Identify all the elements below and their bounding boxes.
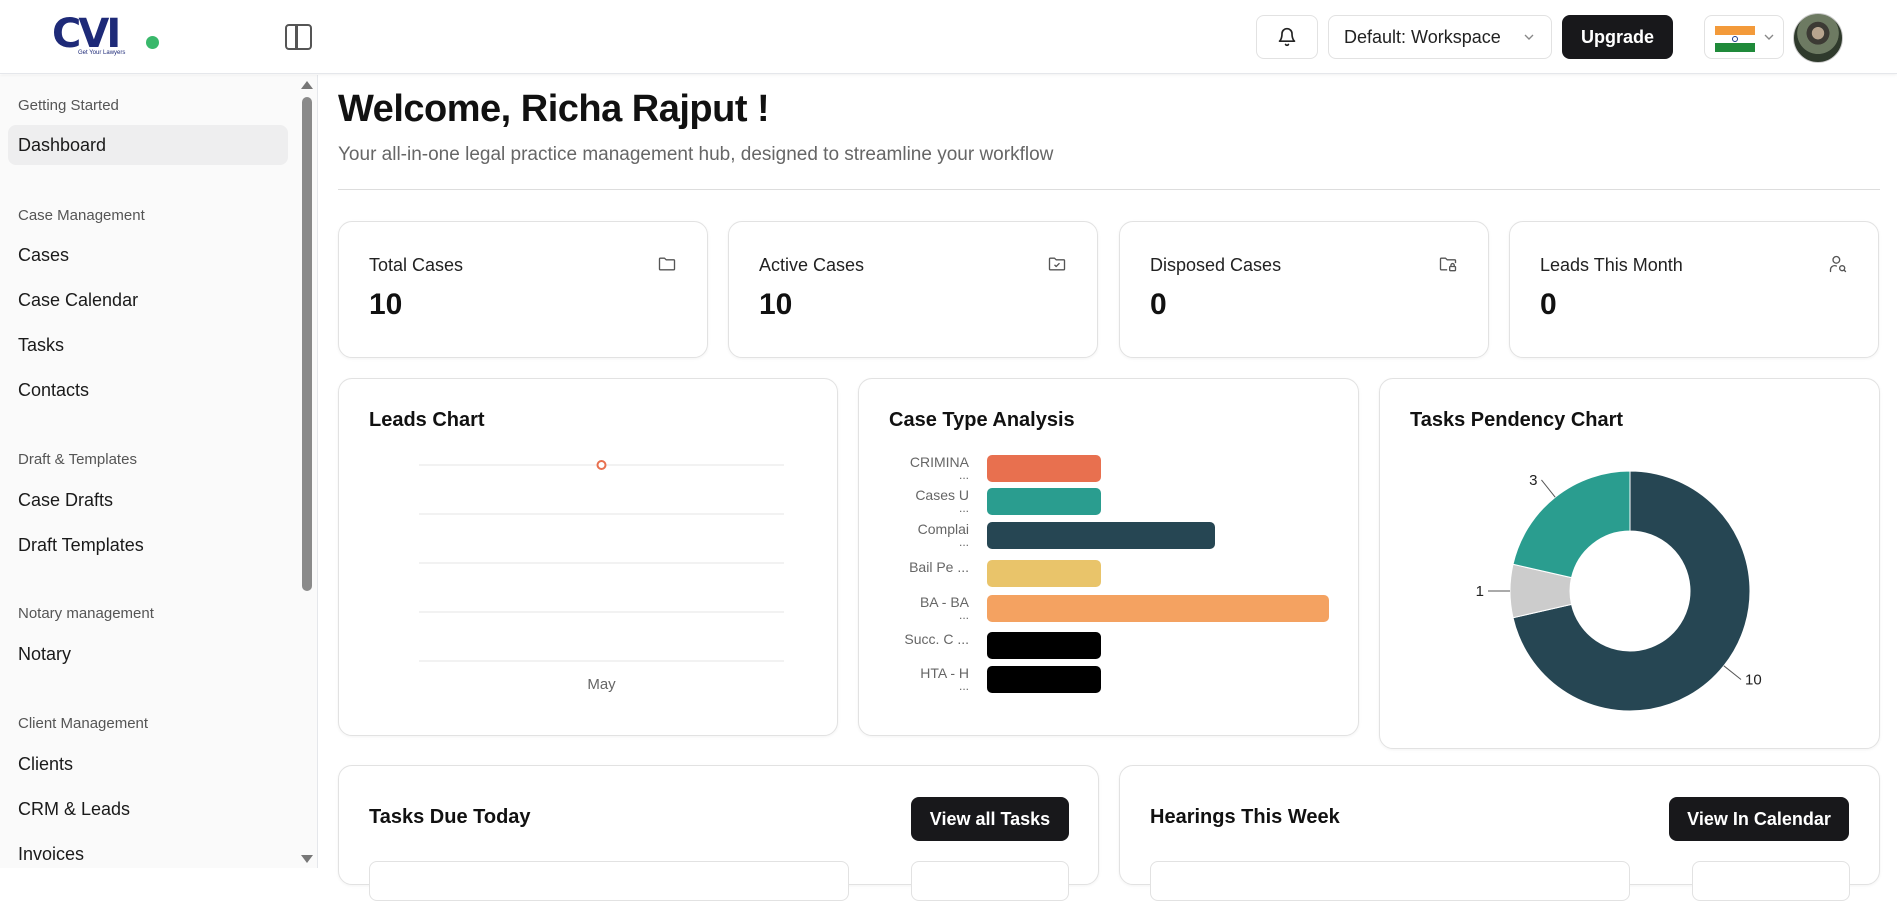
tasks-pendency-panel: Tasks Pendency Chart 10 1 3 (1379, 378, 1880, 749)
logo-text: CVI (52, 11, 121, 57)
sidebar-item-cases[interactable]: Cases (8, 235, 288, 275)
divider (338, 189, 1880, 190)
page-subtitle: Your all-in-one legal practice managemen… (338, 144, 1054, 165)
sidebar-item-contacts[interactable]: Contacts (8, 370, 288, 410)
y-tick-label-ellipsis: ... (959, 608, 969, 622)
stat-card-disposed-cases[interactable]: Disposed Cases 0 (1119, 221, 1489, 358)
sidebar-item-draft-templates[interactable]: Draft Templates (8, 525, 288, 565)
top-bar: CVI Get Your Lawyers Default: Workspace … (0, 0, 1897, 74)
sidebar-toggle-icon[interactable] (285, 24, 312, 50)
folder-icon (658, 257, 676, 271)
hearings-filter-box[interactable] (1150, 861, 1630, 901)
x-tick-label: May (587, 676, 616, 693)
sidebar-item-tasks[interactable]: Tasks (8, 325, 288, 365)
leads-chart: May (419, 460, 784, 693)
stat-card-total-cases[interactable]: Total Cases 10 (338, 221, 708, 358)
stat-value: 10 (369, 288, 403, 321)
y-tick-label: Succ. C ... (904, 631, 969, 647)
sidebar: Getting Started Dashboard Case Managemen… (0, 75, 318, 868)
workspace-select[interactable]: Default: Workspace (1328, 15, 1552, 59)
stat-value: 0 (1150, 288, 1167, 321)
hearings-title: Hearings This Week (1150, 806, 1340, 828)
folder-check-icon (1048, 257, 1066, 271)
folder-lock-icon (1439, 257, 1457, 272)
stat-value: 10 (759, 288, 793, 321)
data-point (596, 460, 607, 470)
language-select[interactable] (1704, 15, 1784, 59)
chevron-down-icon (1524, 34, 1534, 40)
page-title: Welcome, Richa Rajput ! (338, 88, 770, 130)
india-flag-icon (1715, 26, 1755, 52)
sidebar-item-notary[interactable]: Notary (8, 634, 288, 674)
stat-label: Leads This Month (1540, 255, 1683, 275)
scroll-thumb[interactable] (302, 97, 312, 591)
tasks-pendency-chart: 10 1 3 (1476, 470, 1762, 712)
pie-label-line (1723, 665, 1742, 680)
tasks-filter-select[interactable] (911, 861, 1069, 901)
case-type-panel: Case Type Analysis CRIMINA... Cases U... C… (858, 378, 1359, 736)
sidebar-section-client-management: Client Management (18, 715, 149, 732)
tasks-due-panel: Tasks Due Today View all Tasks (338, 765, 1099, 901)
tasks-due-title: Tasks Due Today (369, 806, 531, 828)
chevron-down-icon (1764, 34, 1774, 40)
y-tick-label-ellipsis: ... (959, 468, 969, 482)
logo-tagline: Get Your Lawyers (78, 50, 126, 56)
stat-label: Total Cases (369, 255, 464, 275)
stat-card-active-cases[interactable]: Active Cases 10 (728, 221, 1098, 358)
stat-label: Active Cases (759, 255, 865, 275)
sidebar-scrollbar[interactable] (300, 75, 314, 868)
bar (987, 488, 1101, 515)
user-avatar[interactable] (1793, 13, 1843, 63)
bar (987, 522, 1215, 549)
sidebar-section-getting-started: Getting Started (18, 97, 119, 114)
stat-card-leads-this-month[interactable]: Leads This Month 0 (1509, 221, 1879, 358)
view-all-tasks-button[interactable]: View all Tasks (911, 797, 1069, 841)
upgrade-button[interactable]: Upgrade (1562, 15, 1673, 59)
sidebar-item-case-drafts[interactable]: Case Drafts (8, 480, 288, 520)
bar (987, 632, 1101, 659)
pie-label: 1 (1476, 583, 1484, 600)
hearings-filter-select[interactable] (1692, 861, 1850, 901)
scroll-down-arrow-icon[interactable] (301, 855, 313, 863)
bar (987, 455, 1101, 482)
bar (987, 560, 1101, 587)
y-tick-label-ellipsis: ... (959, 501, 969, 515)
workspace-label: Default: Workspace (1344, 26, 1501, 47)
case-type-chart: CRIMINA...Cases U...Complai...Bail Pe ..… (904, 454, 1329, 693)
pie-label: 3 (1529, 472, 1537, 489)
sidebar-item-invoices[interactable]: Invoices (8, 834, 288, 868)
leads-chart-panel: Leads Chart May (338, 378, 838, 736)
scroll-up-arrow-icon[interactable] (301, 81, 313, 89)
pie-label-line (1541, 479, 1556, 498)
stat-label: Disposed Cases (1150, 255, 1282, 275)
sidebar-section-notary-management: Notary management (18, 605, 154, 622)
user-search-icon (1829, 255, 1847, 273)
tasks-filter-box[interactable] (369, 861, 849, 901)
sidebar-item-dashboard[interactable]: Dashboard (8, 125, 288, 165)
sidebar-item-crm-leads[interactable]: CRM & Leads (8, 789, 288, 829)
stat-value: 0 (1540, 288, 1557, 321)
logo-dot (146, 36, 159, 49)
bar (987, 666, 1101, 693)
sidebar-section-case-management: Case Management (18, 207, 145, 224)
view-in-calendar-button[interactable]: View In Calendar (1669, 797, 1849, 841)
pie-label: 10 (1745, 672, 1762, 689)
y-tick-label-ellipsis: ... (959, 535, 969, 549)
y-tick-label-ellipsis: ... (959, 679, 969, 693)
hearings-panel: Hearings This Week View In Calendar (1119, 765, 1880, 901)
sidebar-item-case-calendar[interactable]: Case Calendar (8, 280, 288, 320)
bar (987, 595, 1329, 622)
notifications-button[interactable] (1256, 15, 1318, 59)
sidebar-item-clients[interactable]: Clients (8, 744, 288, 784)
sidebar-section-draft-templates: Draft & Templates (18, 451, 137, 468)
logo[interactable]: CVI Get Your Lawyers (52, 14, 162, 58)
y-tick-label: Bail Pe ... (909, 559, 969, 575)
bell-icon (1278, 27, 1296, 47)
